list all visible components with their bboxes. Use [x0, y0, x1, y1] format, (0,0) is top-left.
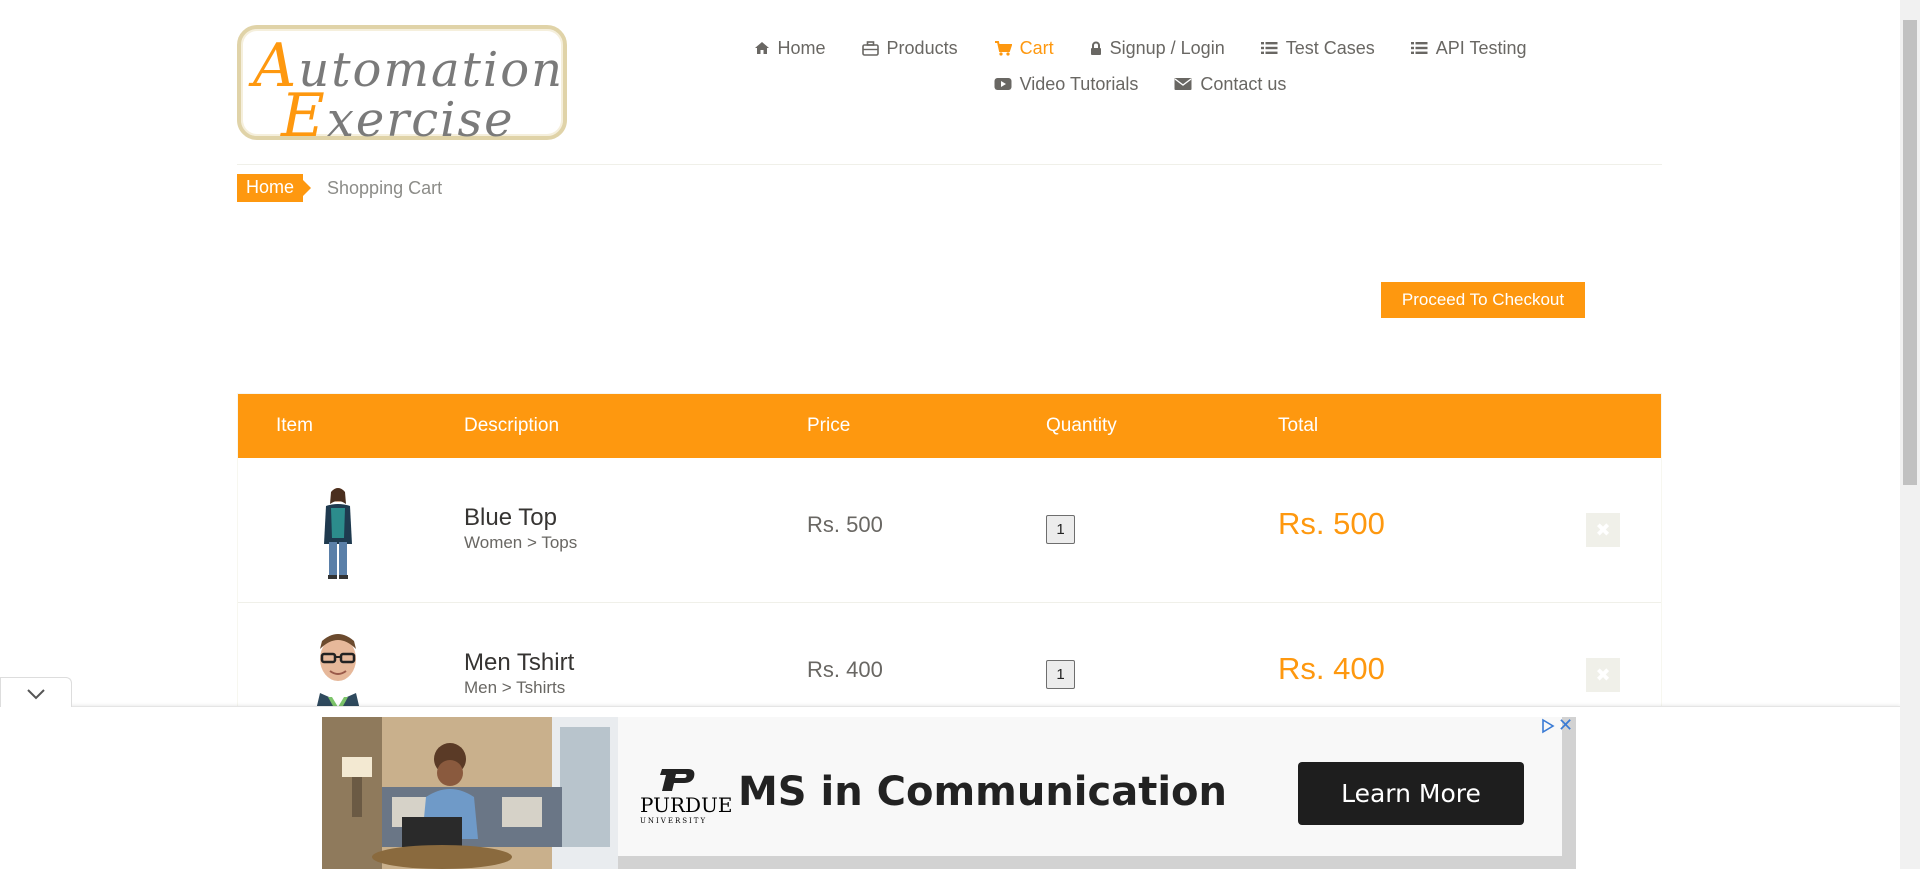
product-image-men-tshirt[interactable] — [298, 627, 378, 713]
nav-contact-us-label: Contact us — [1200, 73, 1287, 94]
youtube-icon — [994, 78, 1012, 90]
nav-api-testing[interactable]: API Testing — [1393, 36, 1545, 60]
product-category: Women > Tops — [464, 533, 578, 552]
cart-table-header: Item Description Price Quantity Total — [238, 394, 1661, 458]
nav-api-testing-label: API Testing — [1435, 37, 1527, 58]
purdue-logo: PURDUE UNIVERSITY — [640, 767, 733, 825]
scrollbar-thumb[interactable] — [1903, 20, 1917, 485]
adchoices-icon[interactable] — [1540, 718, 1556, 734]
site-logo[interactable]: Automation Exercise — [237, 25, 567, 151]
envelope-icon — [1174, 78, 1192, 90]
ad-card: PURDUE UNIVERSITY MS in Communication Le… — [618, 717, 1562, 856]
product-total: Rs. 400 — [1278, 651, 1385, 686]
main-nav: Home Products Cart Signup / Login Test C… — [740, 36, 1540, 96]
close-ad-icon[interactable]: ✕ — [1558, 716, 1574, 734]
delete-item-button[interactable]: ✖ — [1586, 513, 1620, 547]
briefcase-icon — [861, 40, 879, 56]
purdue-university: UNIVERSITY — [640, 817, 708, 825]
product-name[interactable]: Men Tshirt — [464, 649, 574, 677]
list-icon — [1410, 42, 1428, 54]
nav-video-tutorials[interactable]: Video Tutorials — [976, 72, 1157, 96]
chevron-down-icon — [27, 689, 45, 700]
product-price: Rs. 500 — [807, 512, 883, 537]
cart-icon — [994, 40, 1012, 56]
cart-row: Blue Top Women > Tops Rs. 500 1 Rs. 500 … — [238, 458, 1661, 603]
column-header-item: Item — [276, 415, 313, 436]
nav-home-label: Home — [777, 37, 826, 58]
nav-signup-login-label: Signup / Login — [1109, 37, 1225, 58]
delete-item-button[interactable]: ✖ — [1586, 658, 1620, 692]
ad-photo — [322, 717, 618, 869]
column-header-price: Price — [807, 415, 851, 436]
home-icon — [754, 42, 769, 54]
nav-home[interactable]: Home — [736, 36, 844, 60]
proceed-to-checkout-button[interactable]: Proceed To Checkout — [1381, 282, 1585, 318]
product-image-blue-top[interactable] — [298, 482, 378, 582]
logo-line-2: Exercise — [281, 81, 515, 151]
cart-row: Men Tshirt Men > Tshirts Rs. 400 1 Rs. 4… — [238, 603, 1661, 713]
header-divider — [237, 164, 1662, 165]
breadcrumb-current: Shopping Cart — [327, 177, 443, 198]
breadcrumb: Home Shopping Cart — [237, 174, 442, 202]
product-name[interactable]: Blue Top — [464, 504, 557, 532]
nav-test-cases[interactable]: Test Cases — [1243, 36, 1393, 60]
column-header-quantity: Quantity — [1046, 415, 1117, 436]
quantity-value: 1 — [1046, 660, 1075, 689]
product-price: Rs. 400 — [807, 657, 883, 682]
product-total: Rs. 500 — [1278, 506, 1385, 541]
list-icon — [1260, 42, 1278, 54]
column-header-description: Description — [464, 415, 560, 436]
cart-table: Item Description Price Quantity Total Bl… — [237, 393, 1662, 713]
nav-signup-login[interactable]: Signup / Login — [1072, 36, 1243, 60]
breadcrumb-home-link[interactable]: Home — [237, 174, 312, 202]
column-header-total: Total — [1278, 415, 1319, 436]
nav-products-label: Products — [886, 37, 958, 58]
learn-more-button[interactable]: Learn More — [1298, 762, 1524, 825]
nav-cart[interactable]: Cart — [976, 36, 1072, 60]
nav-video-tutorials-label: Video Tutorials — [1019, 73, 1139, 94]
nav-contact-us[interactable]: Contact us — [1156, 72, 1304, 96]
nav-products[interactable]: Products — [844, 36, 976, 60]
quantity-value: 1 — [1046, 515, 1075, 544]
product-category: Men > Tshirts — [464, 678, 566, 697]
nav-cart-label: Cart — [1019, 37, 1054, 58]
ad-headline: MS in Communication — [738, 769, 1228, 815]
collapse-ad-button[interactable] — [0, 677, 72, 707]
purdue-word: PURDUE — [640, 793, 733, 817]
nav-test-cases-label: Test Cases — [1285, 37, 1375, 58]
purdue-p-icon — [660, 769, 695, 791]
close-icon: ✖ — [1595, 520, 1611, 540]
close-icon: ✖ — [1595, 665, 1611, 685]
lock-icon — [1090, 41, 1101, 55]
page-scrollbar[interactable] — [1900, 0, 1920, 869]
ad-banner[interactable]: PURDUE UNIVERSITY MS in Communication Le… — [322, 717, 1576, 869]
